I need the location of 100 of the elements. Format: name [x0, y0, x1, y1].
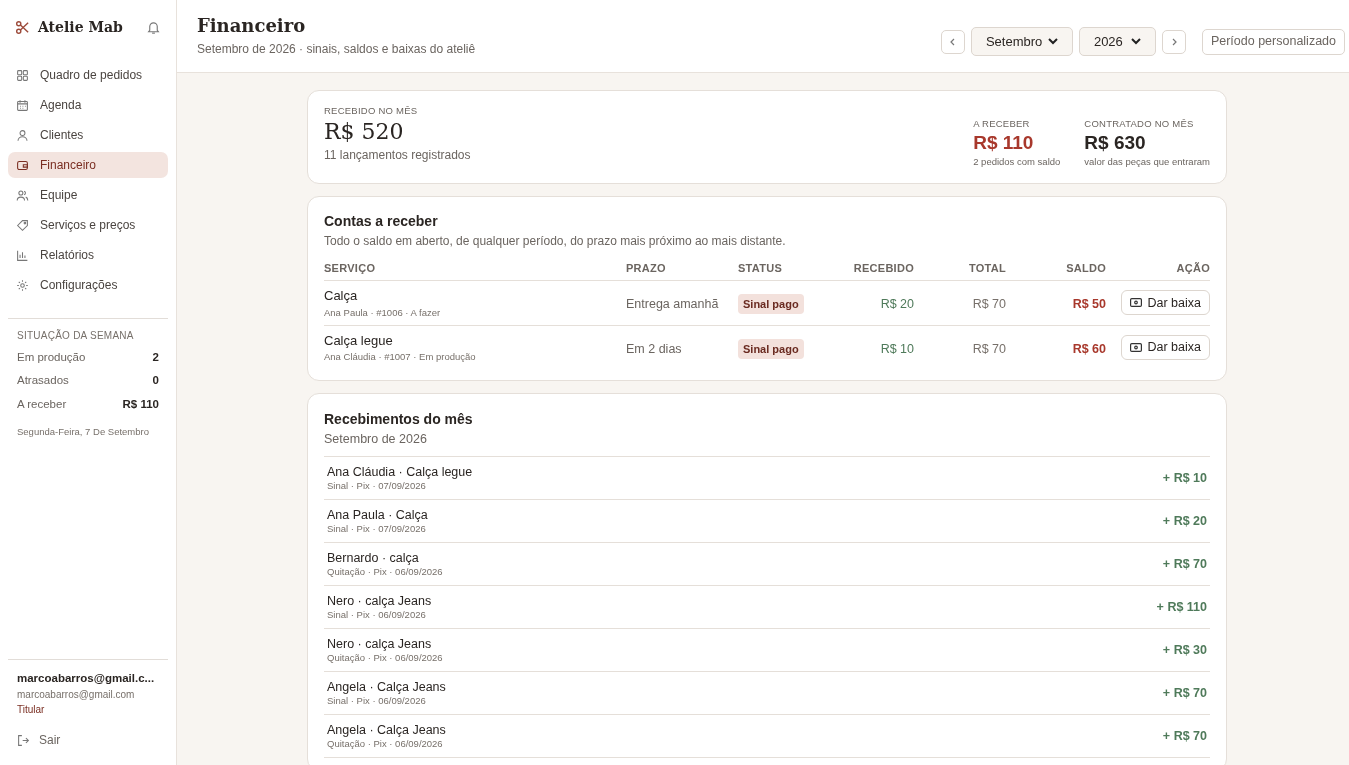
- status-badge: Sinal pago: [738, 293, 804, 315]
- stat-value: R$ 630: [1084, 131, 1147, 156]
- caret-icon: [1047, 38, 1058, 45]
- stat-value: R$ 110: [122, 396, 159, 412]
- column-header: TOTAL: [914, 255, 1006, 281]
- table-cell: R$ 70: [972, 341, 1006, 356]
- column-header: STATUS: [738, 255, 828, 281]
- grid-icon: [16, 68, 29, 82]
- brand-name: Atelie Mab: [38, 18, 123, 37]
- nav-item[interactable]: Clientes: [8, 122, 168, 148]
- stat-note: valor das peças que entraram: [1084, 155, 1210, 170]
- nav-item[interactable]: Financeiro: [8, 152, 168, 178]
- column-header: SERVIÇO: [324, 255, 626, 281]
- stat-label: CONTRATADO NO MÊS: [1084, 117, 1195, 131]
- stat-label: RECEBIDO NO MÊS: [324, 104, 419, 118]
- section-subtitle: Todo o saldo em aberto, de qualquer período, do prazo mais próximo ao mais distante.: [324, 232, 787, 250]
- nav-item[interactable]: Relatórios: [8, 242, 168, 268]
- previous-button[interactable]: [940, 29, 965, 54]
- payment-detail: Quitação · Pix · 06/09/2026: [327, 652, 443, 665]
- payment-amount: + R$ 10: [1162, 469, 1207, 487]
- user-email: marcoabarros@gmail.com: [17, 688, 136, 702]
- calendar-icon: [16, 98, 29, 112]
- table-cell: R$ 60: [1072, 341, 1106, 356]
- wallet-icon: [16, 158, 29, 172]
- nav-item[interactable]: Quadro de pedidos: [8, 62, 168, 88]
- payment-detail: Quitação · Pix · 06/09/2026: [327, 566, 443, 579]
- cash-icon: [1129, 343, 1142, 353]
- status-badge: Sinal pago: [738, 338, 804, 360]
- service-name: Calça legue: [324, 331, 394, 350]
- service-detail: Ana Paula · #1006 · A fazer: [324, 305, 442, 320]
- scissors-icon: [15, 20, 30, 35]
- nav-item[interactable]: Configurações: [8, 272, 168, 298]
- stat-note: 11 lançamentos registrados: [324, 147, 471, 165]
- action-button[interactable]: Dar baixa: [1120, 335, 1210, 361]
- stat-value: R$ 110: [973, 131, 1035, 156]
- payment-title: Angela · Calça Jeans: [327, 679, 446, 696]
- current-date: Segunda-Feira, 7 De Setembro: [17, 424, 151, 439]
- action-button[interactable]: Dar baixa: [1120, 290, 1210, 316]
- next-button[interactable]: [1161, 29, 1186, 54]
- logout-icon: [17, 733, 30, 747]
- service-name: Calça: [324, 287, 359, 305]
- bell-icon[interactable]: [146, 20, 161, 35]
- column-header: RECEBIDO: [828, 255, 914, 281]
- column-header: AÇÃO: [1106, 255, 1210, 281]
- people-icon: [16, 188, 29, 202]
- payment-title: Nero · calça Jeans: [327, 636, 433, 653]
- caret-icon: [1130, 38, 1141, 45]
- payment-detail: Sinal · Pix · 06/09/2026: [327, 609, 427, 622]
- payment-detail: Sinal · Pix · 07/09/2026: [327, 480, 427, 493]
- table-cell: R$ 10: [880, 341, 914, 356]
- section-title: Contas a receber: [324, 211, 439, 231]
- service-detail: Ana Cláudia · #1007 · Em produção: [324, 350, 477, 365]
- payment-title: Bernardo · calça: [327, 550, 420, 567]
- payment-title: Nero · calça Jeans: [327, 593, 432, 610]
- nav-item[interactable]: Equipe: [8, 182, 168, 208]
- cash-icon: [1129, 298, 1142, 308]
- stat-label: A RECEBER: [973, 117, 1031, 131]
- stat-label: Em produção: [17, 350, 86, 365]
- stat-label: Atrasados: [17, 373, 69, 389]
- year-select[interactable]: 2026: [1078, 27, 1156, 56]
- payment-title: Ana Paula · Calça: [327, 507, 428, 524]
- user-role: Titular: [17, 703, 46, 717]
- stat-note: 2 pedidos com saldo: [973, 155, 1061, 170]
- payment-detail: Quitação · Pix · 06/09/2026: [327, 738, 444, 751]
- nav-item[interactable]: Serviços e preços: [8, 212, 168, 238]
- stat-value: 2: [152, 350, 159, 365]
- bar-chart-icon: [16, 248, 29, 262]
- tag-icon: [16, 218, 29, 232]
- payment-detail: Sinal · Pix · 07/09/2026: [327, 523, 427, 536]
- custom-period-button[interactable]: Período personalizado: [1201, 28, 1345, 55]
- user-name: marcoabarros@gmail.c...: [17, 670, 156, 686]
- page-title: Financeiro: [197, 14, 307, 38]
- payment-amount: + R$ 70: [1162, 684, 1207, 702]
- payment-amount: + R$ 110: [1156, 598, 1207, 616]
- table-cell: R$ 50: [1072, 296, 1106, 311]
- month-select[interactable]: Setembro: [970, 27, 1073, 56]
- payment-title: Ana Cláudia · Calça legue: [327, 464, 473, 481]
- payment-amount: + R$ 20: [1162, 512, 1207, 530]
- payment-amount: + R$ 70: [1162, 727, 1207, 745]
- payment-detail: Sinal · Pix · 06/09/2026: [327, 695, 427, 708]
- payment-amount: + R$ 70: [1162, 555, 1207, 573]
- chevron-left-icon: [948, 37, 957, 46]
- column-header: SALDO: [1006, 255, 1106, 281]
- column-header: PRAZO: [626, 255, 738, 281]
- payment-title: Angela · Calça Jeans: [327, 722, 446, 739]
- page-subtitle: Setembro de 2026 · sinais, saldos e baixas do ateliê: [197, 41, 476, 58]
- section-heading: SITUAÇÃO DA SEMANA: [17, 328, 135, 343]
- logout-button[interactable]: Sair: [17, 731, 61, 749]
- stat-value: R$ 520: [324, 118, 405, 147]
- section-subtitle: Setembro de 2026: [324, 430, 428, 448]
- stat-label: A receber: [17, 396, 67, 412]
- payment-amount: + R$ 30: [1162, 641, 1207, 659]
- table-cell: Entrega amanhã: [626, 296, 719, 311]
- stat-value: 0: [152, 373, 159, 389]
- gear-icon: [16, 278, 29, 292]
- table-cell: R$ 20: [880, 296, 914, 311]
- table-cell: R$ 70: [972, 296, 1006, 311]
- section-title: Recebimentos do mês: [324, 409, 474, 429]
- nav-item[interactable]: Agenda: [8, 92, 168, 118]
- table-cell: Em 2 dias: [626, 341, 682, 356]
